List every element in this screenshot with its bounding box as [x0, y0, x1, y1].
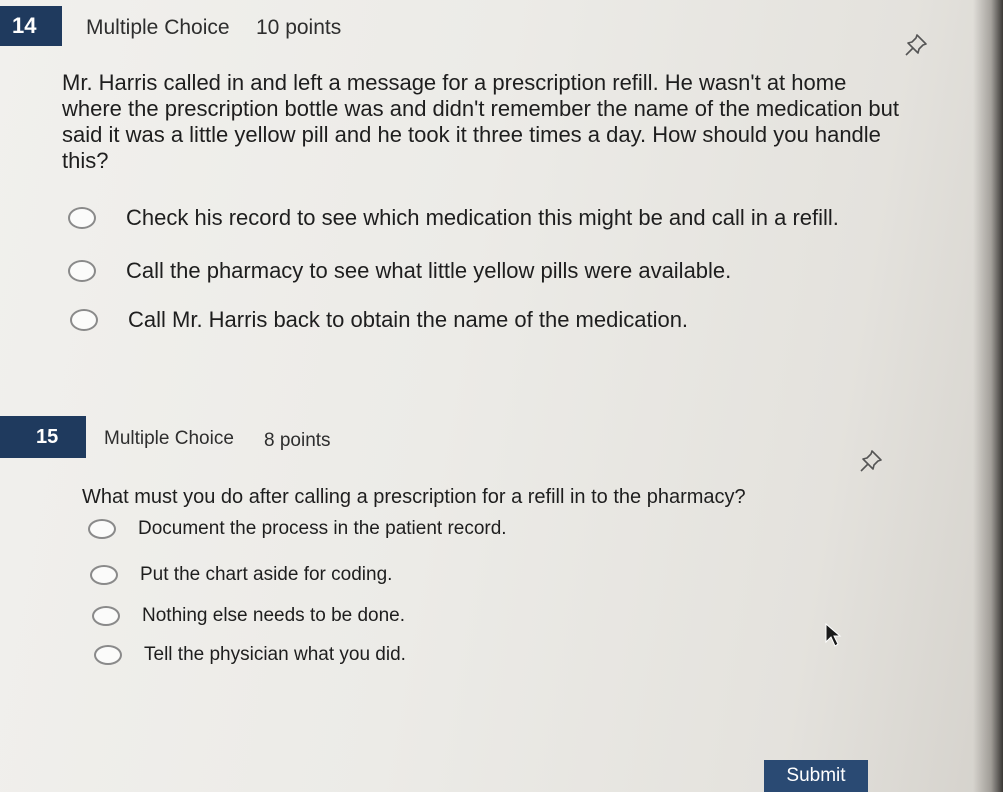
question-text: What must you do after calling a prescri… — [82, 486, 746, 508]
screen-edge-shadow — [973, 0, 1003, 792]
answer-option[interactable]: Nothing else needs to be done. — [92, 605, 405, 627]
answer-option[interactable]: Call the pharmacy to see what little yel… — [68, 258, 731, 284]
question-header: 15 Multiple Choice 8 points — [0, 412, 980, 468]
question-text: Mr. Harris called in and left a message … — [62, 70, 899, 173]
answer-label: Tell the physician what you did. — [144, 644, 406, 665]
answer-option[interactable]: Call Mr. Harris back to obtain the name … — [70, 307, 688, 333]
question-header: 14 Multiple Choice 10 points — [0, 0, 980, 56]
question-14: 14 Multiple Choice 10 points Mr. Harris … — [0, 0, 980, 332]
question-points: 8 points — [264, 430, 331, 451]
pushpin-icon[interactable] — [858, 448, 884, 474]
question-points: 10 points — [256, 16, 342, 39]
question-15: 15 Multiple Choice 8 points What must yo… — [0, 412, 980, 665]
answer-option[interactable]: Check his record to see which medication… — [68, 205, 839, 231]
question-type: Multiple Choice — [104, 428, 234, 449]
answer-label: Call Mr. Harris back to obtain the name … — [128, 307, 689, 332]
radio-icon[interactable] — [68, 207, 96, 229]
answer-label: Check his record to see which medication… — [126, 205, 839, 230]
submit-button[interactable]: Submit — [764, 760, 868, 792]
radio-icon[interactable] — [92, 606, 120, 626]
answer-label: Document the process in the patient reco… — [138, 518, 507, 539]
radio-icon[interactable] — [68, 260, 96, 282]
answer-option[interactable]: Tell the physician what you did. — [94, 644, 406, 666]
answer-option[interactable]: Document the process in the patient reco… — [88, 518, 507, 540]
answer-label: Put the chart aside for coding. — [140, 564, 393, 585]
question-number-badge: 15 — [0, 416, 86, 458]
answer-option[interactable]: Put the chart aside for coding. — [90, 564, 392, 586]
radio-icon[interactable] — [70, 309, 98, 331]
cursor-icon — [825, 622, 842, 647]
answer-label: Call the pharmacy to see what little yel… — [126, 258, 732, 283]
radio-icon[interactable] — [94, 645, 122, 665]
quiz-page: 14 Multiple Choice 10 points Mr. Harris … — [0, 0, 1003, 792]
answer-label: Nothing else needs to be done. — [142, 605, 406, 626]
radio-icon[interactable] — [90, 565, 118, 585]
radio-icon[interactable] — [88, 519, 116, 539]
question-type: Multiple Choice — [86, 16, 230, 39]
pushpin-icon[interactable] — [903, 32, 929, 58]
question-number-badge: 14 — [0, 6, 62, 46]
